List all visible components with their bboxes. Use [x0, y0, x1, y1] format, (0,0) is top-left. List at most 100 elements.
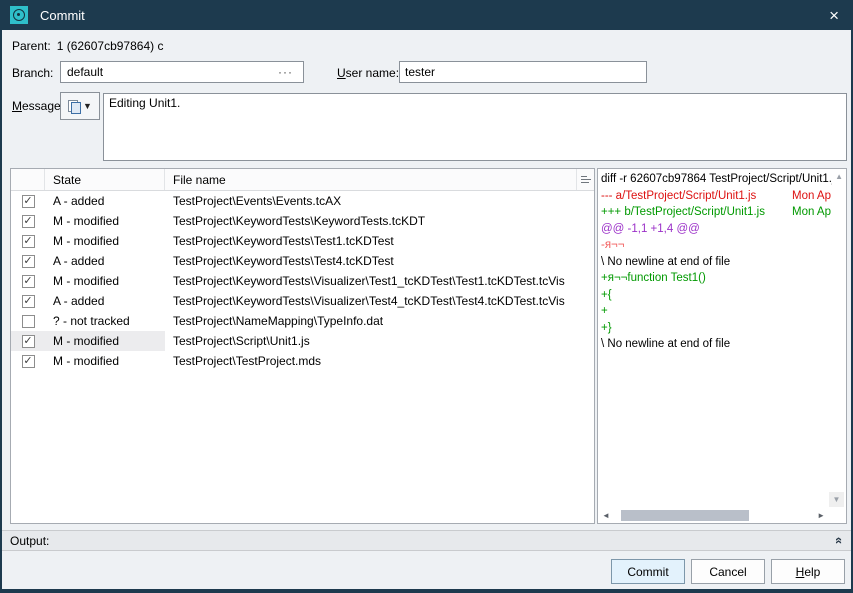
row-checkbox[interactable]: ✓: [22, 335, 35, 348]
diff-panel: diff -r 62607cb97864 TestProject/Script/…: [597, 168, 847, 524]
copy-message-icon: [68, 100, 80, 113]
state-cell: M - modified: [45, 274, 165, 288]
filename-cell: TestProject\Events\Events.tcAX: [165, 194, 594, 208]
header-checkbox-column[interactable]: [11, 169, 45, 190]
dialog-buttons: Commit Cancel Help: [2, 559, 845, 584]
app-icon: [10, 6, 28, 24]
scroll-right-icon[interactable]: ►: [814, 511, 828, 520]
parent-value: 1 (62607cb97864) c: [57, 39, 164, 53]
collapse-output-icon[interactable]: «: [832, 537, 847, 544]
checkbox-cell: ✓: [11, 255, 45, 268]
message-history-button[interactable]: ▼: [60, 92, 100, 120]
state-cell: A - added: [45, 294, 165, 308]
branch-label: Branch:: [12, 66, 53, 80]
file-list-header: State File name: [11, 169, 594, 191]
diff-line: +: [601, 303, 832, 320]
filename-cell: TestProject\KeywordTests\Visualizer\Test…: [165, 294, 594, 308]
chevron-down-icon: ▼: [83, 101, 92, 111]
file-list: State File name ✓A - addedTestProject\Ev…: [10, 168, 595, 524]
scroll-up-icon[interactable]: ▲: [835, 172, 843, 181]
column-options-icon: [581, 176, 591, 183]
checkbox-cell: ✓: [11, 335, 45, 348]
state-cell: M - modified: [45, 354, 165, 368]
state-cell: M - modified: [45, 234, 165, 248]
row-checkbox[interactable]: [22, 315, 35, 328]
row-checkbox[interactable]: ✓: [22, 195, 35, 208]
checkbox-cell: ✓: [11, 195, 45, 208]
diff-line: +{: [601, 287, 832, 304]
output-label: Output:: [10, 534, 49, 548]
username-input[interactable]: [399, 61, 647, 83]
filename-cell: TestProject\KeywordTests\Test4.tcKDTest: [165, 254, 594, 268]
table-row[interactable]: ✓ A - addedTestProject\Events\Events.tcAX: [11, 191, 594, 211]
state-cell: A - added: [45, 194, 165, 208]
close-icon[interactable]: ×: [829, 7, 839, 24]
filename-cell: TestProject\KeywordTests\Test1.tcKDTest: [165, 234, 594, 248]
table-row[interactable]: ✓ A - addedTestProject\KeywordTests\Visua…: [11, 291, 594, 311]
filename-cell: TestProject\NameMapping\TypeInfo.dat: [165, 314, 594, 328]
filename-cell: TestProject\TestProject.mds: [165, 354, 594, 368]
checkbox-cell: ✓: [11, 295, 45, 308]
commit-dialog: Commit × Parent: 1 (62607cb97864) c Branc…: [0, 0, 853, 593]
scroll-down-icon[interactable]: ▼: [829, 492, 844, 507]
row-checkbox[interactable]: ✓: [22, 255, 35, 268]
table-row[interactable]: ? - not trackedTestProject\NameMapping\T…: [11, 311, 594, 331]
diff-content: diff -r 62607cb97864 TestProject/Script/…: [601, 171, 832, 508]
parent-info: Parent: 1 (62607cb97864) c: [12, 39, 163, 53]
output-bar: Output: «: [0, 530, 853, 551]
table-row[interactable]: ✓ M - modifiedTestProject\KeywordTests\Vi…: [11, 271, 594, 291]
table-row[interactable]: ✓ M - modifiedTestProject\KeywordTests\Te…: [11, 231, 594, 251]
state-cell: A - added: [45, 254, 165, 268]
table-row[interactable]: ✓ M - modifiedTestProject\TestProject.mds: [11, 351, 594, 371]
row-checkbox[interactable]: ✓: [22, 355, 35, 368]
column-options-button[interactable]: [577, 169, 594, 190]
state-cell: M - modified: [45, 334, 165, 348]
table-row[interactable]: ✓ A - addedTestProject\KeywordTests\Test4…: [11, 251, 594, 271]
title-bar[interactable]: Commit ×: [0, 0, 853, 30]
checkbox-cell: ✓: [11, 215, 45, 228]
help-button[interactable]: Help: [771, 559, 845, 584]
checkbox-cell: [11, 315, 45, 328]
filename-cell: TestProject\KeywordTests\KeywordTests.tc…: [165, 214, 594, 228]
header-filename-column[interactable]: File name: [165, 169, 577, 190]
diff-date-fragment: Mon Ap: [792, 204, 832, 221]
filename-cell: TestProject\KeywordTests\Visualizer\Test…: [165, 274, 594, 288]
username-label: User name:: [337, 66, 399, 80]
row-checkbox[interactable]: ✓: [22, 275, 35, 288]
diff-line: @@ -1,1 +1,4 @@: [601, 221, 832, 238]
table-row[interactable]: ✓ M - modifiedTestProject\KeywordTests\Ke…: [11, 211, 594, 231]
message-input[interactable]: Editing Unit1.: [103, 93, 847, 161]
diff-line: +++ b/TestProject/Script/Unit1.jsMon Ap: [601, 204, 832, 221]
row-checkbox[interactable]: ✓: [22, 235, 35, 248]
branch-browse-button[interactable]: ···: [278, 65, 297, 79]
parent-label: Parent:: [12, 39, 51, 53]
scrollbar-thumb[interactable]: [621, 510, 749, 521]
window-title: Commit: [40, 8, 85, 23]
row-checkbox[interactable]: ✓: [22, 295, 35, 308]
horizontal-scrollbar[interactable]: ◄ ►: [599, 509, 828, 522]
file-list-rows: ✓A - addedTestProject\Events\Events.tcAX…: [11, 191, 594, 371]
diff-date-fragment: Mon Ap: [792, 188, 832, 205]
filename-cell: TestProject\Script\Unit1.js: [165, 334, 594, 348]
diff-line: \ No newline at end of file: [601, 336, 832, 353]
table-row[interactable]: ✓ M - modifiedTestProject\Script\Unit1.js: [11, 331, 594, 351]
message-label: Message:: [12, 99, 64, 113]
diff-line: \ No newline at end of file: [601, 254, 832, 271]
branch-combo[interactable]: default ···: [60, 61, 304, 83]
row-checkbox[interactable]: ✓: [22, 215, 35, 228]
header-state-column[interactable]: State: [45, 169, 165, 190]
diff-line: +я¬¬function Test1(): [601, 270, 832, 287]
commit-button[interactable]: Commit: [611, 559, 685, 584]
diff-line: +}: [601, 320, 832, 337]
cancel-button[interactable]: Cancel: [691, 559, 765, 584]
checkbox-cell: ✓: [11, 355, 45, 368]
state-cell: M - modified: [45, 214, 165, 228]
diff-line: -я¬¬: [601, 237, 832, 254]
checkbox-cell: ✓: [11, 275, 45, 288]
state-cell: ? - not tracked: [45, 314, 165, 328]
diff-line: diff -r 62607cb97864 TestProject/Script/…: [601, 171, 832, 188]
checkbox-cell: ✓: [11, 235, 45, 248]
scroll-left-icon[interactable]: ◄: [599, 511, 613, 520]
branch-value: default: [67, 65, 278, 79]
diff-line: --- a/TestProject/Script/Unit1.jsMon Ap: [601, 188, 832, 205]
